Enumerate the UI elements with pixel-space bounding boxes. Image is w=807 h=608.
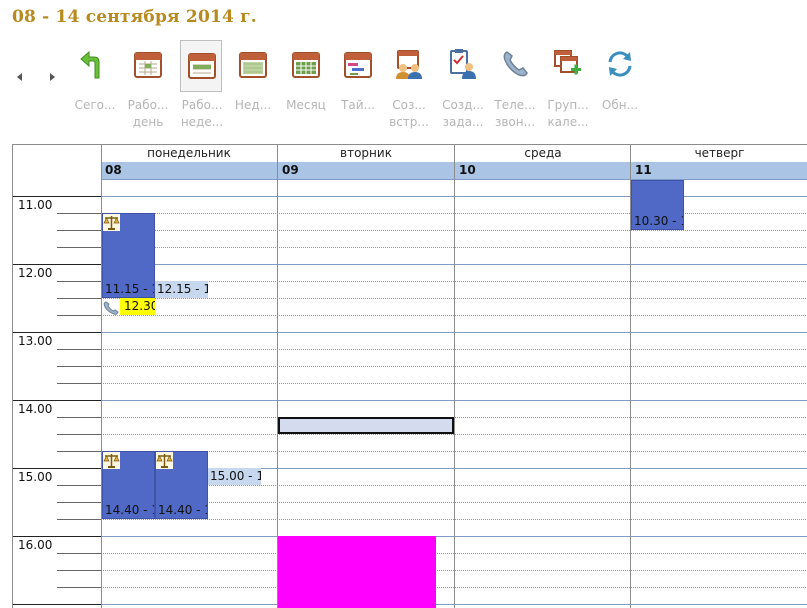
event-thursday-1030[interactable]: 10.30 - 1 xyxy=(631,180,684,230)
phone-call-label: Теле... звон... xyxy=(494,98,536,129)
time-tick xyxy=(13,264,101,265)
time-tick xyxy=(57,553,101,554)
create-meeting-button[interactable]: Соз... встр... xyxy=(386,40,432,132)
event-monday-1500[interactable]: 15.00 - 1 xyxy=(208,468,261,485)
time-tick xyxy=(57,451,101,452)
time-tick xyxy=(57,434,101,435)
day-header-tuesday[interactable]: вторник xyxy=(278,145,454,162)
column-divider xyxy=(454,145,455,608)
time-tick xyxy=(57,519,101,520)
today-label: Сего... xyxy=(74,98,116,112)
date-cell-11[interactable]: 11 xyxy=(631,162,807,179)
day-header-thursday[interactable]: четверг xyxy=(631,145,807,162)
scales-icon xyxy=(103,452,120,469)
time-tick xyxy=(57,281,101,282)
hour-label: 11.00 xyxy=(18,198,53,212)
event-tuesday-1600[interactable] xyxy=(278,536,436,608)
next-period-arrow-icon[interactable] xyxy=(47,71,57,83)
today-button[interactable]: Сего... xyxy=(72,40,118,132)
time-tick xyxy=(57,366,101,367)
week-view-button[interactable]: Нед... xyxy=(230,40,276,132)
time-tick xyxy=(57,383,101,384)
time-tick xyxy=(13,196,101,197)
hour-label: 14.00 xyxy=(18,402,53,416)
scales-icon xyxy=(156,452,173,469)
time-tick xyxy=(57,502,101,503)
date-cell-08[interactable]: 08 xyxy=(101,162,277,179)
time-tick xyxy=(57,417,101,418)
calendar-work-week-icon xyxy=(188,53,216,79)
event-time: 14.40 - 1 xyxy=(158,503,208,517)
event-time: 12.15 - 1 xyxy=(157,282,208,296)
time-tick xyxy=(57,587,101,588)
week-label: Нед... xyxy=(234,98,272,112)
refresh-button[interactable]: Обн... xyxy=(597,40,643,132)
timeline-icon xyxy=(344,52,372,78)
time-tick xyxy=(57,349,101,350)
month-view-button[interactable]: Месяц xyxy=(283,40,329,132)
event-time: 10.30 - 1 xyxy=(634,214,684,228)
create-meeting-icon xyxy=(396,50,422,79)
time-tick xyxy=(13,604,101,605)
time-tick xyxy=(57,213,101,214)
work-week-view-button[interactable]: Рабо... неде... xyxy=(180,40,223,129)
event-monday-1440-a[interactable]: 14.40 - 1 xyxy=(102,451,155,519)
time-tick xyxy=(57,247,101,248)
date-cell-10[interactable]: 10 xyxy=(455,162,631,179)
group-calendar-icon xyxy=(554,50,581,75)
scales-icon xyxy=(103,214,120,231)
day-header-wednesday[interactable]: среда xyxy=(455,145,631,162)
time-tick xyxy=(13,536,101,537)
time-tick xyxy=(13,468,101,469)
group-calendar-label: Груп... кале... xyxy=(547,98,589,129)
event-time: 11.15 - 1 xyxy=(105,282,155,296)
timeline-view-button[interactable]: Тай... xyxy=(335,40,381,132)
hour-label: 12.00 xyxy=(18,266,53,280)
event-time: 15.00 - 1 xyxy=(210,469,261,483)
hour-label: 15.00 xyxy=(18,470,53,484)
month-label: Месяц xyxy=(286,98,326,112)
time-tick xyxy=(57,485,101,486)
calendar-week-icon xyxy=(239,52,267,78)
hour-label: 13.00 xyxy=(18,334,53,348)
refresh-label: Обн... xyxy=(601,98,639,112)
refresh-icon xyxy=(608,51,632,77)
time-tick xyxy=(13,332,101,333)
time-tick xyxy=(13,400,101,401)
create-meeting-label: Соз... встр... xyxy=(389,98,429,129)
phone-call-button[interactable]: Теле... звон... xyxy=(492,40,538,132)
create-task-label: Созд... зада... xyxy=(442,98,484,129)
event-monday-1115[interactable]: 11.15 - 1 xyxy=(102,213,155,298)
day-header-monday[interactable]: понедельник xyxy=(101,145,277,162)
calendar-day-icon xyxy=(134,52,162,78)
event-monday-1440-b[interactable]: 14.40 - 1 xyxy=(155,451,208,519)
hour-label: 16.00 xyxy=(18,538,53,552)
calendar-month-icon xyxy=(292,52,320,78)
work-day-label: Рабо... день xyxy=(127,98,169,129)
time-tick xyxy=(57,570,101,571)
time-tick xyxy=(57,315,101,316)
group-calendar-button[interactable]: Груп... кале... xyxy=(545,40,591,132)
phone-icon xyxy=(503,51,528,77)
timeline-label: Тай... xyxy=(341,98,375,112)
create-task-button[interactable]: Созд... зада... xyxy=(440,40,486,132)
date-cell-09[interactable]: 09 xyxy=(278,162,454,179)
time-tick xyxy=(57,230,101,231)
previous-period-arrow-icon[interactable] xyxy=(15,71,25,83)
phone-call-event-icon[interactable] xyxy=(102,300,120,316)
event-monday-1215[interactable]: 12.15 - 1 xyxy=(155,281,208,298)
create-task-icon xyxy=(450,49,476,79)
selected-time-slot[interactable] xyxy=(278,417,454,434)
green-back-arrow-icon xyxy=(80,50,100,79)
time-tick xyxy=(57,298,101,299)
work-week-label: Рабо... неде... xyxy=(180,98,224,129)
page-title: 08 - 14 сентября 2014 г. xyxy=(12,7,257,27)
calendar-grid[interactable]: понедельник вторник среда четверг 08 09 … xyxy=(12,144,807,608)
event-time: 14.40 - 1 xyxy=(105,503,155,517)
event-monday-1230[interactable]: 12.30 xyxy=(120,298,155,315)
work-day-view-button[interactable]: Рабо... день xyxy=(125,40,171,132)
event-time: 12.30 xyxy=(124,299,155,313)
